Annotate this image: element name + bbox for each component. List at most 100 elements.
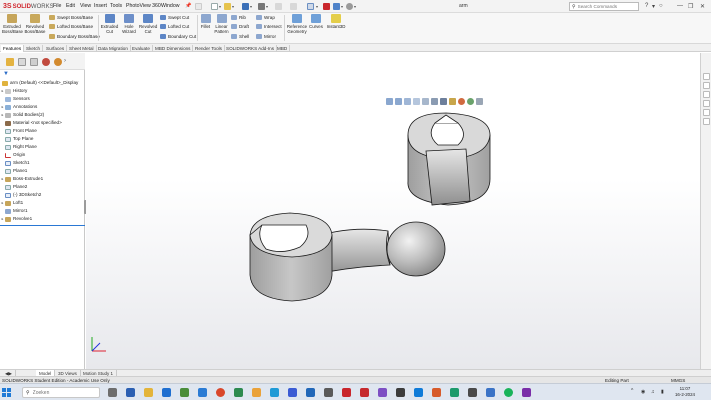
new-document-icon[interactable] [211,3,218,10]
menu-tools[interactable]: Tools [110,3,122,9]
wrap-button[interactable]: Wrap [256,15,275,20]
minimize-icon[interactable]: — [677,3,683,9]
menu-view[interactable]: View [80,3,91,9]
menu-insert[interactable]: Insert [94,3,107,9]
mail-icon[interactable] [162,388,171,397]
tree-item-sketch1[interactable]: Sketch1 [0,159,30,167]
revolved-cut-button[interactable]: Revolved Cut [139,14,157,34]
show-hidden-icons-icon[interactable]: ^ [631,388,633,394]
hole-wizard-button[interactable]: Hole Wizard [121,14,137,34]
tree-item-solid-bodies[interactable]: ▸ Solid Bodies(2) [0,111,44,119]
menu-edit[interactable]: Edit [66,3,75,9]
options-gear-icon[interactable] [346,3,353,10]
tab-sheet-metal[interactable]: Sheet Metal [67,45,97,52]
windows-start-icon[interactable] [2,388,11,397]
extruded-boss-button[interactable]: Extruded Boss/Base [2,14,23,34]
file-explorer-icon[interactable] [703,91,710,98]
tree-item-sensors[interactable]: Sensors [0,95,30,103]
property-manager-tab-icon[interactable] [18,58,26,66]
linear-pattern-button[interactable]: Linear Pattern [213,14,230,34]
rollback-bar[interactable] [0,225,85,226]
tree-item-top-plane[interactable]: Top Plane [0,135,33,143]
close-icon[interactable]: ✕ [700,3,705,10]
joint-block[interactable] [425,148,471,206]
solidworks-taskbar-icon[interactable] [360,388,369,397]
whatsapp-icon[interactable] [450,388,459,397]
chevron-down-icon[interactable]: ▾ [232,4,234,9]
taskbar-clock[interactable]: 11:07 16-2-2024 [671,386,699,398]
rebuild-icon[interactable] [323,3,330,10]
tab-data-migration[interactable]: Data Migration [96,45,131,52]
arm-part-model[interactable] [86,53,700,369]
teams-icon[interactable] [126,388,135,397]
tab-mbd[interactable]: MBD [275,45,291,52]
revolved-boss-button[interactable]: Revolved Boss/Base [24,14,46,34]
draft-button[interactable]: Draft [231,24,249,29]
media-player-icon[interactable] [522,388,531,397]
fillet-button[interactable]: Fillet [199,14,212,29]
tree-item-3dsketch2[interactable]: (-) 3DSketch2 [0,191,41,199]
onedrive-icon[interactable] [414,388,423,397]
maps-icon[interactable] [180,388,189,397]
spreadsheet-icon[interactable] [234,388,243,397]
redo-icon[interactable] [290,3,297,10]
select-cursor-icon[interactable] [307,3,314,10]
tree-item-boss-extrude1[interactable]: ▸ Boss-Extrude1 [0,175,43,183]
task-view-icon[interactable] [108,388,117,397]
chevron-down-icon[interactable]: ▾ [316,4,318,9]
powerpoint-icon[interactable] [432,388,441,397]
battery-icon[interactable]: ▮ [661,389,664,395]
calendar-icon[interactable] [270,388,279,397]
chevron-down-icon[interactable]: ▾ [354,4,356,9]
acrobat-icon[interactable] [342,388,351,397]
tab-surfaces[interactable]: Surfaces [44,45,68,52]
solidworks-logo[interactable]: 3S SOLID WORKS [3,2,54,11]
tree-item-mirror1[interactable]: Mirror1 [0,207,28,215]
photos-icon[interactable] [486,388,495,397]
save-icon[interactable] [242,3,249,10]
print-icon[interactable] [258,3,265,10]
taskbar-search-input[interactable] [32,389,93,396]
appearances-icon[interactable] [703,109,710,116]
home-icon[interactable] [195,3,202,10]
volume-icon[interactable]: ♫ [651,389,655,395]
design-library-icon[interactable] [703,82,710,89]
word-icon[interactable] [288,388,297,397]
menu-file[interactable]: File [53,3,61,9]
curves-button[interactable]: Curves [309,14,323,29]
tab-features[interactable]: Features [1,45,25,52]
tree-item-plane2[interactable]: Plane2 [0,183,27,191]
intersect-button[interactable]: Intersect [256,24,282,29]
lofted-boss-button[interactable]: Lofted Boss/Base [49,24,93,29]
user-account-icon[interactable]: ○ [659,3,663,9]
instant3d-button[interactable]: Instant3D [325,14,347,29]
wifi-icon[interactable]: ◉ [641,389,645,395]
solidworks-resources-icon[interactable] [703,73,710,80]
chevron-down-icon[interactable]: ▾ [341,4,343,9]
tree-item-history[interactable]: ▸ History [0,87,27,95]
chevron-right-icon[interactable]: › [64,58,66,64]
tree-item-loft1[interactable]: ▸ Loft1 [0,199,23,207]
lower-clamp[interactable] [249,212,333,302]
chevron-down-icon[interactable]: ▾ [266,4,268,9]
graphics-area[interactable] [86,53,700,369]
help-icon[interactable]: ? [645,3,648,9]
tab-mbd-dimensions[interactable]: MBD Dimensions [153,45,194,52]
file-explorer-icon[interactable] [144,388,153,397]
display-manager-tab-icon[interactable] [54,58,62,66]
swept-cut-button[interactable]: Swept Cut [160,15,189,20]
tree-item-front-plane[interactable]: Front Plane [0,127,37,135]
filter-icon[interactable]: ▼ [3,71,9,77]
open-folder-icon[interactable] [224,3,231,10]
shell-button[interactable]: Shell [231,34,249,39]
rib-button[interactable]: Rib [231,15,246,20]
undo-icon[interactable] [275,3,282,10]
boundary-boss-button[interactable]: Boundary Boss/Base [49,34,100,39]
lofted-cut-button[interactable]: Lofted Cut [160,24,189,29]
tab-solidworks-add-ins[interactable]: SOLIDWORKS Add-Ins [224,45,277,52]
tree-item-origin[interactable]: Origin [0,151,25,159]
tree-item-revolve1[interactable]: ▸ Revolve1 [0,215,32,223]
boundary-cut-button[interactable]: Boundary Cut [160,34,196,39]
restore-icon[interactable]: ❐ [688,3,693,10]
feature-tree-tab-icon[interactable] [6,58,14,66]
